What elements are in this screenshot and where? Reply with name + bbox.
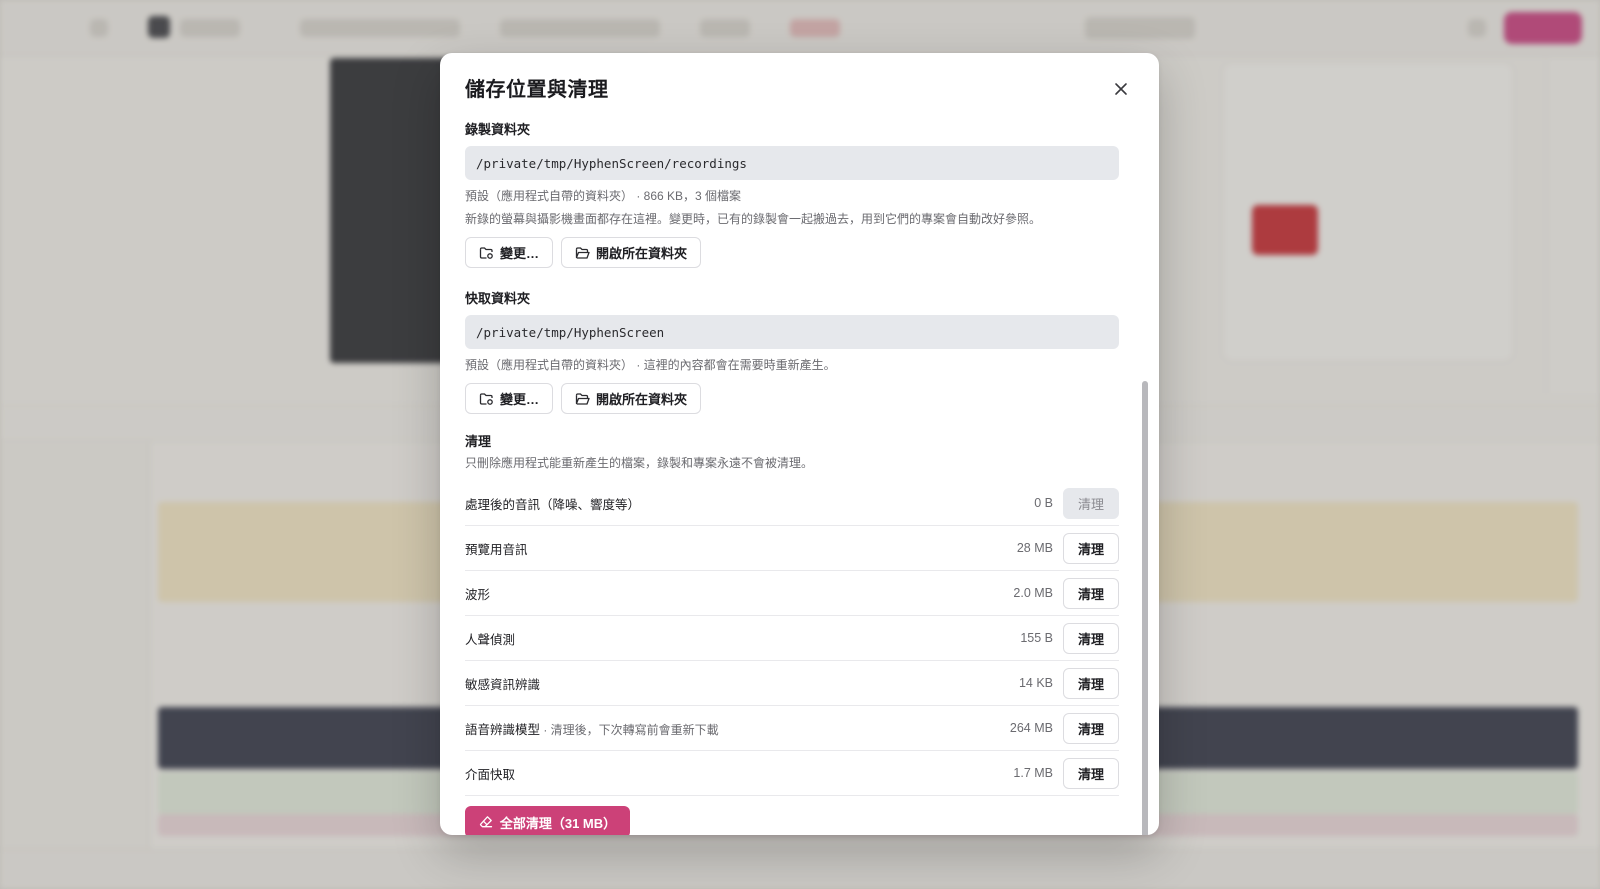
dialog-title: 儲存位置與清理 (465, 79, 609, 101)
cleanup-item-size: 28 MB (1016, 541, 1053, 555)
clean-preview-audio-button[interactable]: 清理 (1063, 532, 1119, 564)
cache-meta: 預設（應用程式自帶的資料夾） · 這裡的內容都會在需要時重新產生。 (465, 358, 836, 372)
cleanup-row-speech-model: 語音辨識模型 · 清理後，下次轉寫前會重新下載 264 MB 清理 (465, 706, 1119, 751)
cleanup-item-name: 語音辨識模型 (465, 722, 541, 737)
clean-all-label: 全部清理（31 MB） (499, 815, 617, 831)
recordings-change-label: 變更… (500, 246, 540, 261)
cleanup-row-processed-audio: 處理後的音訊（降噪、響度等） 0 B 清理 (465, 481, 1119, 526)
recordings-open-folder-button[interactable]: 開啟所在資料夾 (561, 237, 702, 268)
cleanup-row-voice-detection: 人聲偵測 155 B 清理 (465, 616, 1119, 661)
clean-processed-audio-button[interactable]: 清理 (1063, 487, 1119, 519)
cleanup-item-size: 14 KB (1018, 676, 1053, 690)
clean-ui-cache-button[interactable]: 清理 (1063, 757, 1119, 789)
cleanup-item-size: 2.0 MB (1013, 586, 1053, 600)
eraser-icon (479, 816, 492, 828)
cleanup-description: 只刪除應用程式能重新產生的檔案，錄製和專案永遠不會被清理。 (465, 456, 814, 470)
cleanup-item-name: 人聲偵測 (465, 632, 516, 647)
folder-gear-icon (479, 392, 493, 405)
recordings-open-label: 開啟所在資料夾 (596, 246, 688, 261)
cache-open-label: 開啟所在資料夾 (596, 392, 688, 407)
dialog-scrollbar[interactable] (1141, 115, 1149, 835)
cleanup-item-name: 處理後的音訊（降噪、響度等） (465, 497, 641, 512)
folder-open-icon (575, 392, 590, 405)
cleanup-label: 清理 (465, 434, 492, 449)
clean-waveform-button[interactable]: 清理 (1063, 577, 1119, 609)
cache-open-folder-button[interactable]: 開啟所在資料夾 (561, 383, 702, 414)
folder-open-icon (575, 246, 590, 259)
recordings-folder-label: 錄製資料夾 (465, 122, 531, 137)
recordings-meta: 預設（應用程式自帶的資料夾） · 866 KB，3 個檔案 (465, 189, 742, 203)
cleanup-item-name: 介面快取 (465, 767, 516, 782)
cache-path-field[interactable]: /private/tmp/HyphenScreen (465, 315, 1119, 349)
cleanup-item-name: 敏感資訊辨識 (465, 677, 541, 692)
cache-actions: 變更… 開啟所在資料夾 (465, 383, 1119, 414)
scrollbar-thumb[interactable] (1142, 381, 1148, 835)
cleanup-list: 處理後的音訊（降噪、響度等） 0 B 清理 預覽用音訊 28 MB 清理 波形 … (465, 481, 1119, 796)
cache-change-label: 變更… (500, 392, 540, 407)
dialog-content: 錄製資料夾 /private/tmp/HyphenScreen/recordin… (465, 119, 1119, 835)
cleanup-item-name: 預覽用音訊 (465, 542, 528, 557)
cleanup-row-preview-audio: 預覽用音訊 28 MB 清理 (465, 526, 1119, 571)
recordings-change-button[interactable]: 變更… (465, 237, 554, 268)
cleanup-row-ui-cache: 介面快取 1.7 MB 清理 (465, 751, 1119, 796)
cleanup-row-waveform: 波形 2.0 MB 清理 (465, 571, 1119, 616)
cleanup-row-sensitive-info: 敏感資訊辨識 14 KB 清理 (465, 661, 1119, 706)
cleanup-item-note: · 清理後，下次轉寫前會重新下載 (540, 722, 719, 737)
clean-all-button[interactable]: 全部清理（31 MB） (465, 806, 630, 835)
storage-cleanup-dialog: 儲存位置與清理 錄製資料夾 /private/tmp/HyphenScreen/… (440, 53, 1159, 835)
cleanup-item-size: 0 B (1034, 496, 1053, 510)
close-button[interactable] (1107, 75, 1135, 103)
close-icon (1115, 83, 1127, 95)
cleanup-item-size: 1.7 MB (1013, 766, 1053, 780)
clean-sensitive-info-button[interactable]: 清理 (1063, 667, 1119, 699)
cleanup-item-size: 155 B (1020, 631, 1053, 645)
cleanup-item-size: 264 MB (1009, 721, 1053, 735)
recordings-description: 新錄的螢幕與攝影機畫面都存在這裡。變更時，已有的錄製會一起搬過去，用到它們的專案… (465, 212, 1042, 226)
clean-voice-detection-button[interactable]: 清理 (1063, 622, 1119, 654)
cleanup-item-name: 波形 (465, 587, 491, 602)
cache-folder-label: 快取資料夾 (465, 291, 531, 306)
cache-change-button[interactable]: 變更… (465, 383, 554, 414)
recordings-actions: 變更… 開啟所在資料夾 (465, 237, 1119, 268)
recordings-path-field[interactable]: /private/tmp/HyphenScreen/recordings (465, 146, 1119, 180)
folder-gear-icon (479, 246, 493, 259)
clean-speech-model-button[interactable]: 清理 (1063, 712, 1119, 744)
